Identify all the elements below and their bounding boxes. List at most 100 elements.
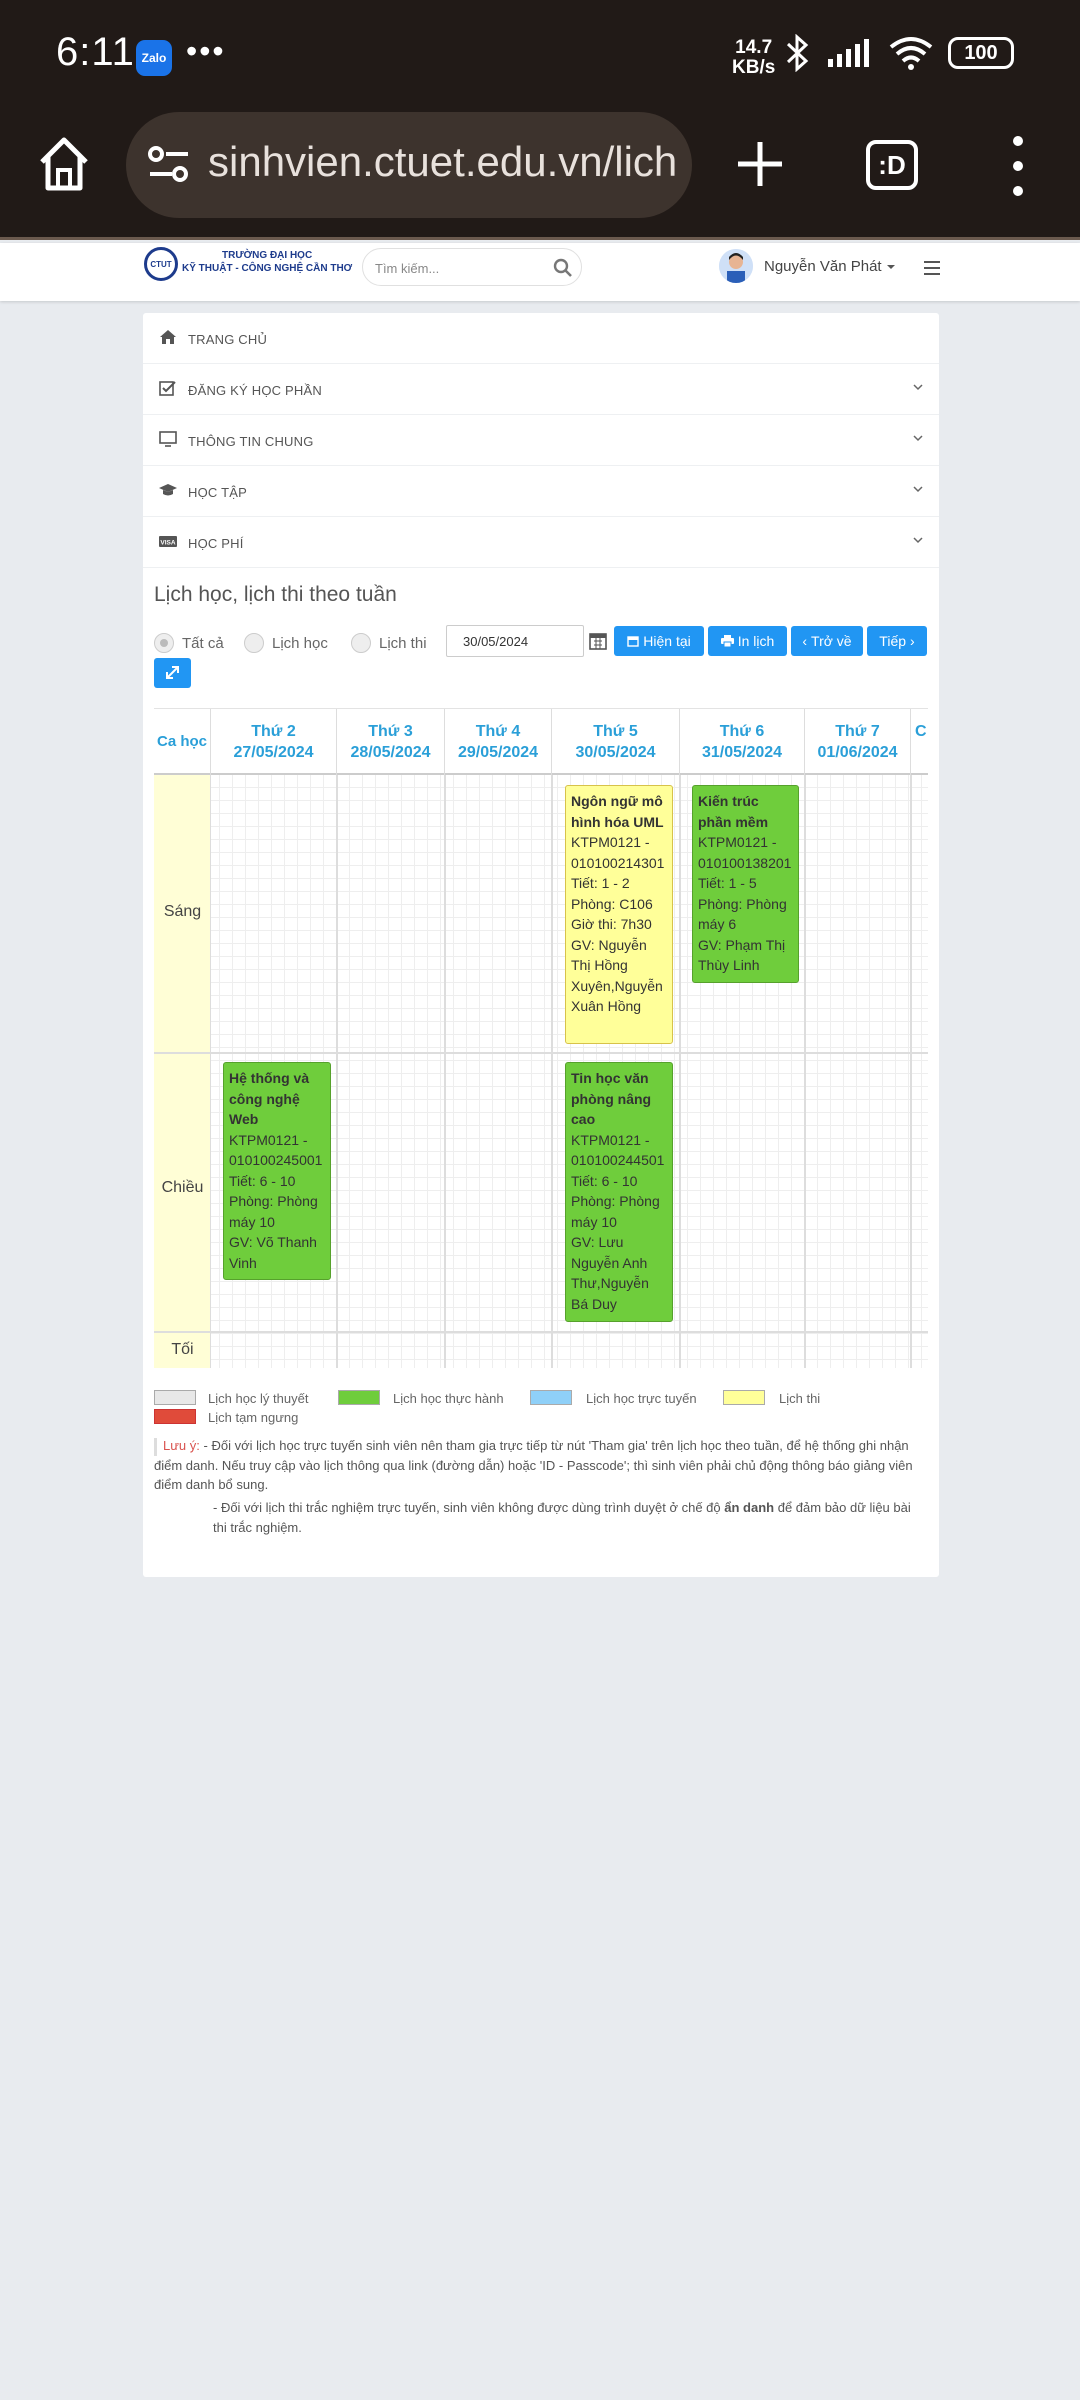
calendar-icon[interactable] xyxy=(585,625,611,657)
event-line: KTPM0121 - xyxy=(571,1131,650,1148)
event-title: Kiến trúc phần mềm xyxy=(698,793,769,830)
note-exam: - Đối với lịch thi trắc nghiệm trực tuyế… xyxy=(213,1498,913,1537)
event-line: 010100138201 xyxy=(698,854,792,871)
day-name: C xyxy=(915,723,927,740)
nav-item-hoc-tap[interactable]: HỌC TẬP xyxy=(143,466,939,517)
legend-swatch-exam xyxy=(723,1390,765,1405)
graduation-cap-icon xyxy=(159,484,177,496)
print-button[interactable]: In lịch xyxy=(708,626,787,656)
user-menu[interactable]: Nguyễn Văn Phát xyxy=(764,258,896,275)
search-input[interactable] xyxy=(375,257,545,279)
radio-study[interactable] xyxy=(244,633,264,653)
event-line: Phòng: Phòng xyxy=(698,895,787,912)
event-line: Tiết: 6 - 10 xyxy=(571,1172,638,1189)
back-button-label: Trở về xyxy=(811,633,852,649)
network-speed-unit: KB/s xyxy=(732,57,776,78)
clock: 6:11 xyxy=(56,30,135,74)
event-line: 010100244501 xyxy=(571,1152,665,1168)
day-name: Thứ 4 xyxy=(475,723,521,740)
radio-all[interactable] xyxy=(154,633,174,653)
day-date: 30/05/2024 xyxy=(575,744,656,761)
event-line: KTPM0121 - xyxy=(571,834,650,850)
event-exam-uml[interactable]: Ngôn ngữ mô hình hóa UML KTPM0121 - 0101… xyxy=(565,785,673,1044)
fullscreen-button[interactable] xyxy=(154,658,191,688)
chevron-right-icon: › xyxy=(910,633,915,649)
nav-item-dang-ky-hoc-phan[interactable]: ĐĂNG KÝ HỌC PHẦN xyxy=(143,364,939,415)
day-date: 28/05/2024 xyxy=(350,744,431,761)
address-bar[interactable]: sinhvien.ctuet.edu.vn/lich xyxy=(126,112,692,218)
avatar[interactable] xyxy=(719,249,753,283)
radio-exam-label[interactable]: Lịch thi xyxy=(379,635,427,652)
weekly-timetable: Ca học Thứ 2 27/05/2024 Thứ 3 28/05/2024 T… xyxy=(154,708,928,1368)
next-button[interactable]: Tiếp › xyxy=(867,626,927,656)
signal-icon xyxy=(828,39,869,67)
schedule-filters: Tất cả Lịch học Lịch thi Hiện tại In lịc… xyxy=(154,625,934,665)
user-name: Nguyễn Văn Phát xyxy=(764,258,882,275)
note-text-2a: - Đối với lịch thi trắc nghiệm trực tuyế… xyxy=(213,1500,721,1515)
school-name-line1: TRƯỜNG ĐẠI HỌC xyxy=(222,250,313,261)
event-line: GV: Võ Thanh xyxy=(229,1234,317,1250)
radio-all-label[interactable]: Tất cả xyxy=(182,635,224,652)
event-line: máy 10 xyxy=(571,1213,617,1230)
search-icon[interactable] xyxy=(553,258,573,278)
note-text-1: - Đối với lịch học trực tuyến sinh viên … xyxy=(154,1438,913,1493)
radio-study-label[interactable]: Lịch học xyxy=(272,635,328,652)
legend-swatch-practice xyxy=(338,1390,380,1405)
status-icons: 100 xyxy=(782,34,1014,72)
day-name: Thứ 3 xyxy=(368,723,413,740)
timetable-header: Ca học Thứ 2 27/05/2024 Thứ 3 28/05/2024 T… xyxy=(154,709,928,775)
school-name[interactable]: TRƯỜNG ĐẠI HỌC KỸ THUẬT - CÔNG NGHỆ CẦN … xyxy=(182,249,352,275)
event-line: Bá Duy xyxy=(571,1295,617,1312)
slot-label-afternoon: Chiều xyxy=(161,1179,204,1196)
url-text[interactable]: sinhvien.ctuet.edu.vn/lich xyxy=(208,138,677,186)
event-title: Ngôn ngữ mô hình hóa UML xyxy=(571,793,664,830)
header-day: Thứ 5 30/05/2024 xyxy=(552,709,680,775)
event-practice-web[interactable]: Hệ thống và công nghệ Web KTPM0121 - 010… xyxy=(223,1062,331,1280)
nav-item-thong-tin-chung[interactable]: THÔNG TIN CHUNG xyxy=(143,415,939,466)
network-speed: 14.7 KB/s xyxy=(732,38,775,78)
slot-label-morning: Sáng xyxy=(163,903,202,920)
chevron-down-icon xyxy=(913,486,923,493)
home-icon[interactable] xyxy=(36,134,92,194)
event-line: Tiết: 1 - 5 xyxy=(698,875,757,891)
new-tab-icon[interactable] xyxy=(730,134,790,194)
site-settings-icon[interactable] xyxy=(146,142,192,186)
hamburger-menu-icon[interactable] xyxy=(924,261,940,275)
event-line: máy 6 xyxy=(698,916,737,932)
event-title: Tin học văn phòng nâng cao xyxy=(571,1070,652,1127)
chevron-down-icon xyxy=(913,435,923,442)
chevron-down-icon xyxy=(913,384,923,391)
header-day: Thứ 7 01/06/2024 xyxy=(805,709,911,775)
day-name: Thứ 5 xyxy=(593,723,638,740)
main-card: TRANG CHỦ ĐĂNG KÝ HỌC PHẦN THÔNG TIN CHU… xyxy=(143,313,939,1577)
checkbox-icon xyxy=(159,381,176,396)
next-button-label: Tiếp xyxy=(879,633,907,649)
event-line: Thị Hồng xyxy=(571,957,628,973)
status-bar: 6:11 Zalo ••• 14.7 KB/s 100 xyxy=(0,0,1080,112)
event-line: 010100245001 xyxy=(229,1152,323,1168)
legend: Lịch học lý thuyết Lịch học thực hành Lị… xyxy=(154,1388,934,1432)
nav-label: HỌC TẬP xyxy=(188,485,247,500)
tab-switcher-button[interactable]: :D xyxy=(866,140,918,190)
event-practice-kien-truc[interactable]: Kiến trúc phần mềm KTPM0121 - 0101001382… xyxy=(692,785,799,983)
search-box xyxy=(362,248,582,286)
school-logo-icon[interactable]: CTUT xyxy=(144,247,178,281)
nav-item-trang-chu[interactable]: TRANG CHỦ xyxy=(143,313,939,364)
event-practice-tin-hoc[interactable]: Tin học văn phòng nâng cao KTPM0121 - 01… xyxy=(565,1062,673,1322)
event-line: Phòng: Phòng xyxy=(571,1193,660,1209)
date-field[interactable] xyxy=(446,625,584,657)
nav-item-hoc-phi[interactable]: VISA HỌC PHÍ xyxy=(143,517,939,568)
svg-text:VISA: VISA xyxy=(160,540,175,547)
event-line: Thùy Linh xyxy=(698,957,760,973)
legend-paused: Lịch tạm ngưng xyxy=(208,1410,299,1425)
event-line: Vinh xyxy=(229,1254,257,1271)
back-button[interactable]: ‹ Trở về xyxy=(791,626,863,656)
header-day: Thứ 4 29/05/2024 xyxy=(445,709,552,775)
event-line: Tiết: 1 - 2 xyxy=(571,875,630,891)
today-button[interactable]: Hiện tại xyxy=(614,626,704,656)
event-line: máy 10 xyxy=(229,1213,275,1230)
radio-exam[interactable] xyxy=(351,633,371,653)
bluetooth-icon xyxy=(786,34,809,72)
note-text-2-bold: ẩn danh xyxy=(724,1500,775,1515)
browser-menu-icon[interactable] xyxy=(1006,136,1030,196)
